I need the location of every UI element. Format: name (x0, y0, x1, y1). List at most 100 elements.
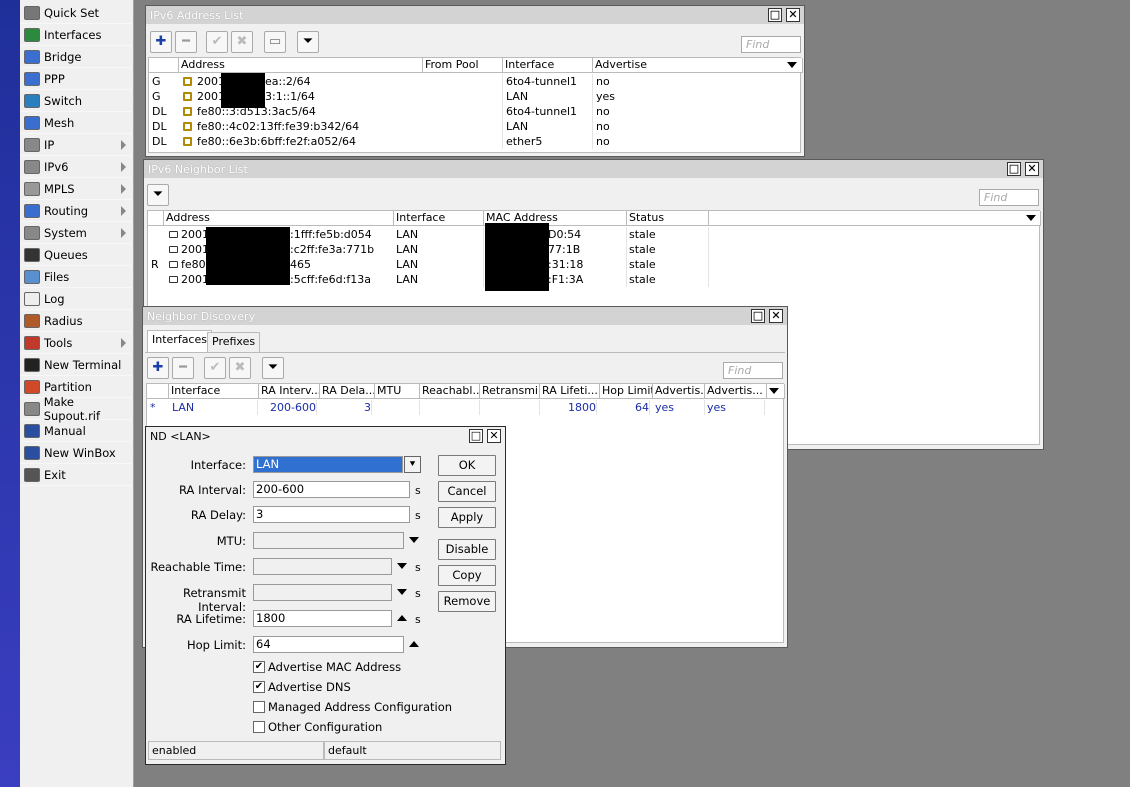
window-title-bar[interactable]: Neighbor Discovery □ ✕ (143, 307, 787, 325)
ra-lifetime-field[interactable]: 1800 (253, 610, 392, 627)
other-config-checkbox[interactable] (253, 721, 265, 733)
column-header[interactable]: Retransmi... (480, 384, 540, 399)
column-header[interactable] (148, 211, 164, 226)
column-header[interactable]: Status (627, 211, 709, 226)
filter-button[interactable]: ⏷ (147, 184, 169, 206)
copy-button[interactable]: Copy (438, 565, 496, 586)
menu-item-new-terminal[interactable]: New Terminal (20, 355, 132, 376)
enable-button[interactable]: ✔ (204, 357, 226, 379)
column-header[interactable]: Interface (503, 58, 593, 73)
column-header[interactable]: Hop Limit (600, 384, 653, 399)
find-input[interactable]: Find (723, 362, 783, 379)
find-input[interactable]: Find (979, 189, 1039, 206)
advertise-dns-checkbox[interactable]: ✔ (253, 681, 265, 693)
close-button[interactable]: ✕ (769, 309, 783, 323)
ok-button[interactable]: OK (438, 455, 496, 476)
menu-item-ipv6[interactable]: IPv6 (20, 157, 132, 178)
filter-button[interactable]: ⏷ (297, 31, 319, 53)
maximize-button[interactable]: □ (751, 309, 765, 323)
find-input[interactable]: Find (741, 36, 801, 53)
disable-button[interactable]: ✖ (229, 357, 251, 379)
address-value[interactable]: fe80::6e3b:6bff:fe2f:a052/64 (197, 134, 421, 149)
menu-item-log[interactable]: Log (20, 289, 132, 310)
tab-prefixes[interactable]: Prefixes (207, 332, 261, 352)
column-header[interactable]: Address (179, 58, 423, 73)
apply-button[interactable]: Apply (438, 507, 496, 528)
menu-item-make-supout-rif[interactable]: Make Supout.rif (20, 395, 132, 423)
menu-item-queues[interactable]: Queues (20, 245, 132, 266)
menu-item-ip[interactable]: IP (20, 135, 132, 156)
maximize-button[interactable]: □ (1007, 162, 1021, 176)
disable-button[interactable]: ✖ (231, 31, 253, 53)
column-header[interactable]: Reachabl... (420, 384, 480, 399)
menu-item-radius[interactable]: Radius (20, 311, 132, 332)
enable-button[interactable]: ✔ (206, 31, 228, 53)
dialog-title-bar[interactable]: ND <LAN> □ ✕ (146, 427, 505, 445)
hop-limit-collapse-icon[interactable] (409, 641, 419, 647)
column-menu-icon[interactable] (769, 388, 779, 394)
comment-button[interactable]: ▭ (264, 31, 286, 53)
menu-item-bridge[interactable]: Bridge (20, 47, 132, 68)
column-header[interactable]: Advertise (593, 58, 803, 73)
menu-item-exit[interactable]: Exit (20, 465, 132, 486)
disable-button[interactable]: Disable (438, 539, 496, 560)
address-value[interactable]: fe80::4c02:13ff:fe39:b342/64 (197, 119, 421, 134)
maximize-button[interactable]: □ (768, 8, 782, 22)
reachable-time-dropdown-icon[interactable] (397, 563, 407, 569)
menu-item-interfaces[interactable]: Interfaces (20, 25, 132, 46)
window-title-bar[interactable]: IPv6 Neighbor List □ ✕ (144, 160, 1043, 178)
menu-item-system[interactable]: System (20, 223, 132, 244)
interface-dropdown-button[interactable]: ⯆ (404, 456, 421, 473)
interface-select[interactable]: LAN (253, 456, 403, 473)
remove-button[interactable]: Remove (438, 591, 496, 612)
column-header[interactable]: From Pool (423, 58, 503, 73)
column-header[interactable]: RA Interv... (259, 384, 320, 399)
column-header[interactable] (149, 58, 179, 73)
maximize-button[interactable]: □ (469, 429, 483, 443)
menu-item-tools[interactable]: Tools (20, 333, 132, 354)
menu-item-new-winbox[interactable]: New WinBox (20, 443, 132, 464)
ra-interval-field[interactable]: 200-600 (253, 481, 410, 498)
menu-item-ppp[interactable]: PPP (20, 69, 132, 90)
retransmit-interval-field[interactable] (253, 584, 392, 601)
menu-item-manual[interactable]: Manual (20, 421, 132, 442)
window-title-bar[interactable]: IPv6 Address List □ ✕ (146, 6, 804, 24)
menu-item-switch[interactable]: Switch (20, 91, 132, 112)
cancel-button[interactable]: Cancel (438, 481, 496, 502)
filter-button[interactable]: ⏷ (262, 357, 284, 379)
hop-limit-field[interactable]: 64 (253, 636, 404, 653)
interface-cell[interactable]: LAN (172, 400, 258, 415)
retransmit-interval-dropdown-icon[interactable] (397, 589, 407, 595)
column-header[interactable]: RA Dela... (320, 384, 375, 399)
column-header[interactable]: RA Lifeti... (540, 384, 600, 399)
add-button[interactable]: ✚ (150, 31, 172, 53)
advertise-mac-checkbox[interactable]: ✔ (253, 661, 265, 673)
managed-address-config-checkbox[interactable] (253, 701, 265, 713)
column-menu-icon[interactable] (787, 62, 797, 68)
column-header[interactable]: MTU (375, 384, 420, 399)
mtu-field[interactable] (253, 532, 404, 549)
menu-item-mpls[interactable]: MPLS (20, 179, 132, 200)
tab-interfaces[interactable]: Interfaces (147, 330, 212, 352)
mtu-dropdown-icon[interactable] (409, 537, 419, 543)
column-header[interactable] (709, 211, 1041, 226)
menu-item-files[interactable]: Files (20, 267, 132, 288)
remove-button[interactable]: ━ (175, 31, 197, 53)
column-header[interactable]: Advertis... (653, 384, 705, 399)
close-button[interactable]: ✕ (487, 429, 501, 443)
add-button[interactable]: ✚ (147, 357, 169, 379)
menu-item-mesh[interactable]: Mesh (20, 113, 132, 134)
column-header[interactable] (147, 384, 169, 399)
close-button[interactable]: ✕ (786, 8, 800, 22)
reachable-time-field[interactable] (253, 558, 392, 575)
ra-delay-field[interactable]: 3 (253, 506, 410, 523)
menu-item-routing[interactable]: Routing (20, 201, 132, 222)
remove-button[interactable]: ━ (172, 357, 194, 379)
ra-lifetime-collapse-icon[interactable] (397, 615, 407, 621)
column-header[interactable]: Address (164, 211, 394, 226)
column-header[interactable]: Interface (169, 384, 259, 399)
menu-item-quick-set[interactable]: Quick Set (20, 3, 132, 24)
column-header[interactable]: Advertis... (705, 384, 767, 399)
column-menu-icon[interactable] (1026, 215, 1036, 221)
column-header[interactable]: Interface (394, 211, 484, 226)
